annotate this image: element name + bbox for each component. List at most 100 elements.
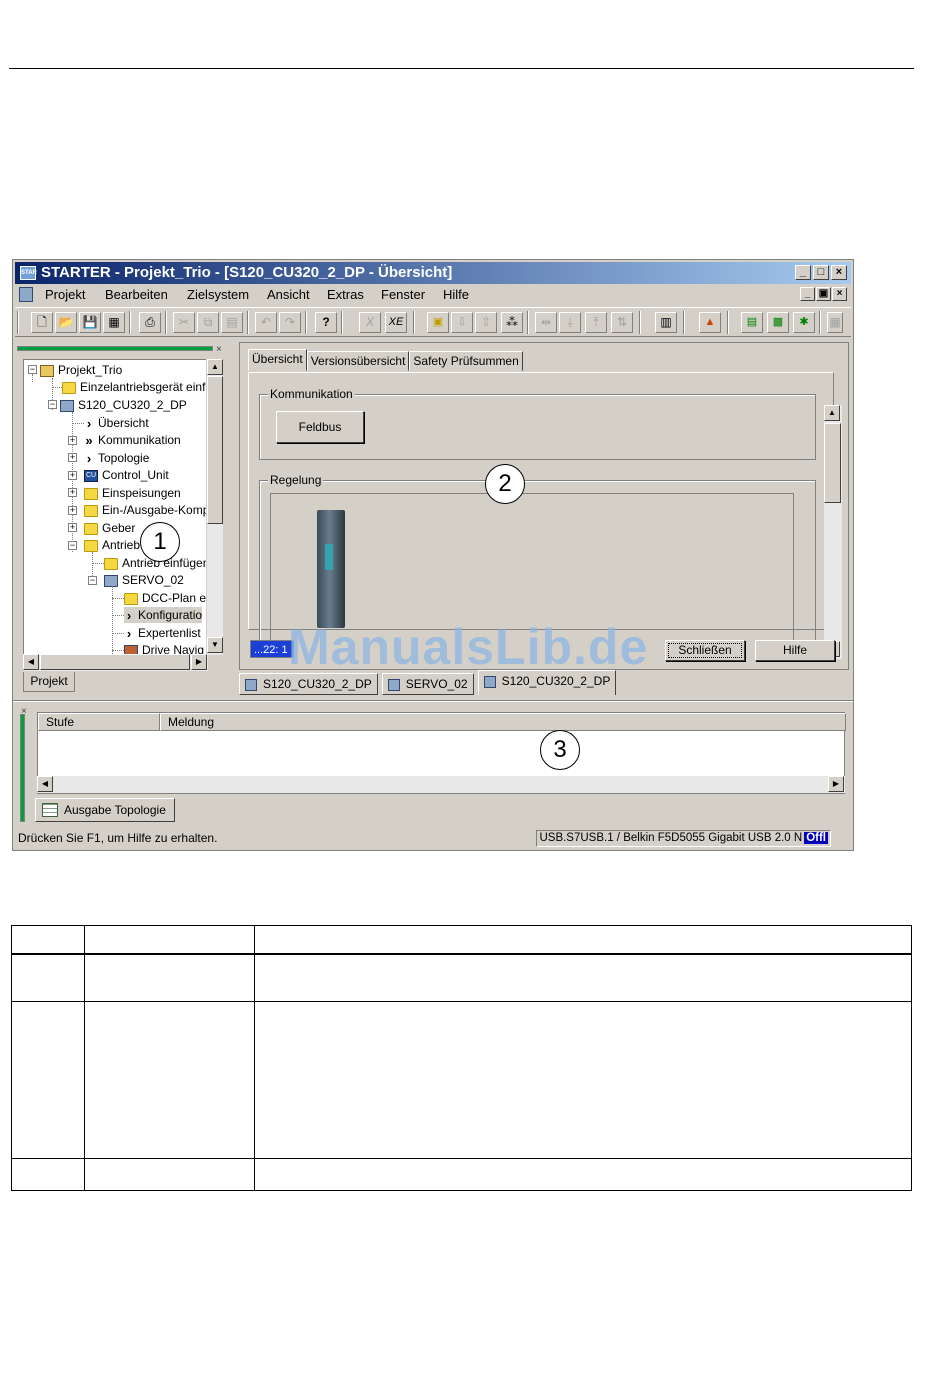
column-stufe[interactable]: Stufe (38, 713, 160, 731)
navigator-grip[interactable] (17, 346, 213, 351)
scroll-up-icon[interactable]: ▲ (207, 359, 223, 375)
expand-icon[interactable]: − (28, 365, 37, 374)
menu-extras[interactable]: Extras (327, 287, 364, 302)
tree-node-einspeisungen[interactable]: Einspeisungen (84, 485, 181, 501)
tab-versionsuebersicht[interactable]: Versionsübersicht (306, 351, 410, 371)
menu-projekt[interactable]: Projekt (45, 287, 85, 302)
title-bar[interactable]: STAR STARTER - Projekt_Trio - [S120_CU32… (15, 262, 851, 284)
mdi-doc-icon[interactable] (19, 287, 33, 305)
menu-ansicht[interactable]: Ansicht (267, 287, 310, 302)
menu-hilfe[interactable]: Hilfe (443, 287, 469, 302)
save-compile-icon[interactable]: ▦ (103, 312, 125, 333)
new-icon[interactable]: 🗋 (31, 312, 53, 333)
tree-node-expertenliste[interactable]: › Expertenlist (124, 625, 201, 641)
close-button[interactable]: × (831, 265, 847, 280)
tree-node-servo-02[interactable]: SERVO_02 (104, 572, 184, 588)
page-top-rule (9, 68, 914, 69)
accessible-nodes-icon[interactable]: ⁂ (501, 312, 523, 333)
tree-node-s120[interactable]: S120_CU320_2_DP (60, 397, 187, 413)
tree-horizontal-scrollbar[interactable]: ◀ ▶ (23, 654, 208, 671)
mdi-close-button[interactable]: × (832, 287, 847, 301)
tree-vertical-scrollbar[interactable]: ▲ ▼ (206, 359, 223, 655)
maximize-button[interactable]: □ (813, 265, 829, 280)
scroll-right-icon[interactable]: ▶ (828, 776, 844, 792)
copy-ram-rom-icon[interactable]: ⇅ (611, 312, 633, 333)
display-icon[interactable]: ▥ (655, 312, 677, 333)
help-context-icon[interactable]: ? (315, 312, 337, 333)
tree-node-dcc-plan[interactable]: DCC-Plan ei (124, 590, 209, 606)
redo-icon[interactable]: ↷ (279, 312, 301, 333)
tree-node-control-unit[interactable]: CU Control_Unit (84, 467, 169, 483)
doc-tab-servo-02[interactable]: SERVO_02 (381, 673, 474, 695)
menu-fenster[interactable]: Fenster (381, 287, 425, 302)
scroll-thumb[interactable] (40, 654, 190, 670)
tree-node-topologie[interactable]: › Topologie (84, 450, 150, 466)
tree-node-kommunikation[interactable]: » Kommunikation (84, 432, 180, 448)
tree-node-projekt-trio[interactable]: Projekt_Trio (40, 362, 122, 378)
collapse-icon[interactable]: − (88, 576, 97, 585)
column-meldung[interactable]: Meldung (160, 713, 846, 731)
paste-icon[interactable]: ▤ (221, 312, 243, 333)
scroll-thumb[interactable] (207, 376, 223, 524)
scroll-right-icon[interactable]: ▶ (191, 654, 207, 670)
oscilloscope-icon[interactable]: ▩ (767, 312, 789, 333)
output-grip[interactable] (20, 714, 25, 822)
tab-projekt[interactable]: Projekt (23, 672, 75, 692)
trace-icon[interactable]: ▤ (741, 312, 763, 333)
xe-icon[interactable]: XE (385, 312, 407, 333)
tree-node-konfiguration[interactable]: › Konfiguratio (124, 607, 203, 623)
load-to-pg-icon[interactable]: ⤓ (559, 312, 581, 333)
expand-icon[interactable]: + (68, 471, 77, 480)
control-unit-image[interactable] (317, 510, 345, 628)
menu-bearbeiten[interactable]: Bearbeiten (105, 287, 168, 302)
doc-tab-s120[interactable]: S120_CU320_2_DP (239, 673, 378, 695)
expand-icon[interactable]: + (68, 436, 77, 445)
expand-icon[interactable]: + (68, 506, 77, 515)
pane-divider[interactable] (13, 700, 853, 702)
feldbus-button[interactable]: Feldbus (276, 411, 364, 443)
save-icon[interactable]: 💾 (79, 312, 101, 333)
tab-uebersicht[interactable]: Übersicht (248, 349, 307, 371)
collapse-icon[interactable]: − (68, 541, 77, 550)
cut-icon[interactable]: ✂ (173, 312, 195, 333)
download-icon[interactable]: ⇩ (451, 312, 473, 333)
open-icon[interactable]: 📂 (55, 312, 77, 333)
more-icon[interactable]: ▦ (827, 312, 843, 333)
tree-node-antriebe[interactable]: Antriebe (84, 537, 147, 553)
connect-icon[interactable]: ⇹ (535, 312, 557, 333)
measure-icon[interactable]: ✱ (793, 312, 815, 333)
scroll-down-icon[interactable]: ▼ (207, 637, 223, 653)
close-panel-button[interactable]: Schließen (665, 640, 745, 661)
upload-icon[interactable]: ⇧ (475, 312, 497, 333)
load-to-target-icon[interactable]: ⤒ (585, 312, 607, 333)
folder-icon (84, 522, 98, 535)
scroll-left-icon[interactable]: ◀ (37, 776, 53, 792)
navigator-close-icon[interactable]: × (216, 344, 222, 355)
scroll-thumb[interactable] (824, 423, 841, 503)
menu-zielsystem[interactable]: Zielsystem (187, 287, 249, 302)
print-icon[interactable]: ⎙ (139, 312, 161, 333)
scroll-left-icon[interactable]: ◀ (23, 654, 39, 670)
output-horizontal-scrollbar[interactable]: ◀ ▶ (37, 776, 845, 793)
mdi-minimize-button[interactable]: _ (800, 287, 815, 301)
tree-node-einzelantrieb[interactable]: Einzelantriebsgerät einf (62, 379, 205, 395)
copy-icon[interactable]: ⧉ (197, 312, 219, 333)
mdi-restore-button[interactable]: ▣ (816, 287, 831, 301)
tree-node-geber[interactable]: Geber (84, 520, 135, 536)
undo-icon[interactable]: ↶ (255, 312, 277, 333)
help-button[interactable]: Hilfe (755, 640, 835, 661)
device-icon[interactable]: ▲ (699, 312, 721, 333)
tree-node-uebersicht[interactable]: › Übersicht (84, 415, 149, 431)
expand-icon[interactable]: + (68, 453, 77, 462)
expand-icon[interactable]: − (48, 400, 57, 409)
expand-icon[interactable]: + (68, 488, 77, 497)
network-icon[interactable]: ▣ (427, 312, 449, 333)
tab-safety-pruefsummen[interactable]: Safety Prüfsummen (409, 351, 523, 371)
minimize-button[interactable]: _ (795, 265, 811, 280)
x-icon[interactable]: X (359, 312, 381, 333)
tab-ausgabe-topologie[interactable]: Ausgabe Topologie (35, 798, 175, 822)
expand-icon[interactable]: + (68, 523, 77, 532)
content-vertical-scrollbar[interactable]: ▲ ▼ (824, 405, 842, 659)
tree-node-ein-ausgabe[interactable]: Ein-/Ausgabe-Komp (84, 502, 209, 518)
scroll-up-icon[interactable]: ▲ (824, 405, 840, 421)
